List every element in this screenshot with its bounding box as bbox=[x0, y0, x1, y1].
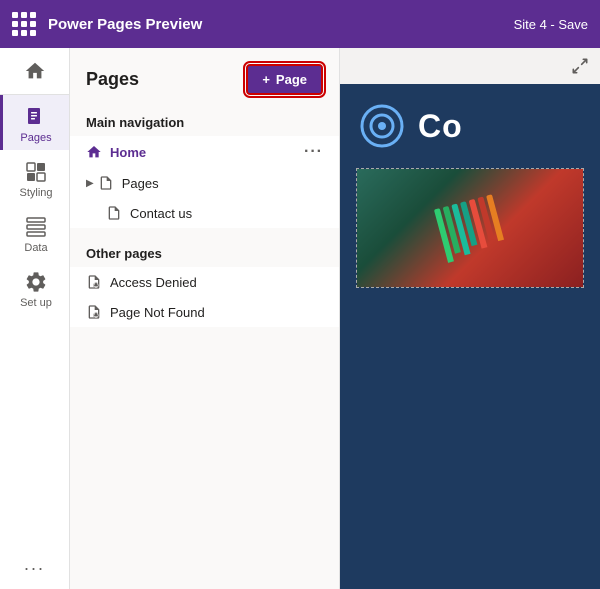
sidebar-home-button[interactable] bbox=[0, 48, 69, 95]
locked-page-icon-2 bbox=[86, 304, 102, 320]
sidebar-label-data: Data bbox=[24, 242, 47, 254]
preview-image-bg bbox=[357, 169, 583, 287]
main-layout: Pages Styling Data S bbox=[0, 48, 600, 589]
nav-item-access-denied[interactable]: Access Denied bbox=[70, 267, 339, 297]
pages-panel-header: Pages + Page bbox=[70, 48, 339, 107]
section-other-pages: Other pages bbox=[70, 238, 339, 267]
preview-image-area bbox=[356, 168, 584, 288]
home-icon bbox=[24, 60, 46, 82]
pages-panel-title: Pages bbox=[86, 69, 139, 90]
sidebar-item-setup[interactable]: Set up bbox=[0, 260, 69, 315]
not-found-label: Page Not Found bbox=[110, 305, 205, 320]
home-nav-icon bbox=[86, 144, 102, 160]
add-page-button[interactable]: + Page bbox=[246, 64, 323, 95]
home-nav-label: Home bbox=[110, 145, 146, 160]
home-ellipsis[interactable]: ··· bbox=[304, 143, 323, 161]
page-doc-icon bbox=[98, 175, 114, 191]
styling-icon bbox=[24, 160, 48, 184]
section-main-navigation: Main navigation bbox=[70, 107, 339, 136]
preview-company-text: Co bbox=[418, 108, 463, 145]
logo-svg bbox=[360, 104, 404, 148]
preview-logo bbox=[360, 104, 404, 148]
sidebar-label-pages: Pages bbox=[20, 132, 51, 144]
sidebar-item-data[interactable]: Data bbox=[0, 205, 69, 260]
sidebar-item-pages[interactable]: Pages bbox=[0, 95, 69, 150]
sidebar-label-setup: Set up bbox=[20, 297, 52, 309]
nav-item-pages[interactable]: ▶ Pages bbox=[70, 168, 339, 198]
pages-icon bbox=[24, 105, 48, 129]
sidebar-label-styling: Styling bbox=[19, 187, 52, 199]
sidebar: Pages Styling Data S bbox=[0, 48, 70, 589]
topbar: Power Pages Preview Site 4 - Save bbox=[0, 0, 600, 48]
chevron-right-icon: ▶ bbox=[86, 178, 94, 189]
resize-icon[interactable] bbox=[570, 56, 590, 76]
sidebar-item-styling[interactable]: Styling bbox=[0, 150, 69, 205]
sidebar-more-button[interactable]: ... bbox=[0, 540, 69, 589]
preview-header-bar: Co bbox=[340, 84, 600, 168]
locked-page-icon-1 bbox=[86, 274, 102, 290]
ellipsis-icon: ... bbox=[24, 554, 45, 575]
site-status: Site 4 - Save bbox=[514, 17, 588, 32]
nav-item-contact[interactable]: Contact us bbox=[70, 198, 339, 228]
contact-nav-label: Contact us bbox=[130, 206, 192, 221]
add-page-label: Page bbox=[276, 72, 307, 87]
pens-decoration bbox=[434, 194, 506, 263]
app-title: Power Pages Preview bbox=[48, 16, 202, 33]
nav-item-home[interactable]: Home ··· bbox=[70, 136, 339, 168]
setup-icon bbox=[24, 270, 48, 294]
preview-area: Co bbox=[340, 48, 600, 589]
waffle-icon[interactable] bbox=[12, 12, 36, 36]
preview-toolbar bbox=[340, 48, 600, 84]
plus-icon: + bbox=[262, 72, 270, 87]
contact-doc-icon bbox=[106, 205, 122, 221]
pages-panel: Pages + Page Main navigation Home ··· ▶ … bbox=[70, 48, 340, 589]
pages-nav-label: Pages bbox=[122, 176, 159, 191]
preview-content: Co bbox=[340, 84, 600, 589]
access-denied-label: Access Denied bbox=[110, 275, 197, 290]
nav-item-not-found[interactable]: Page Not Found bbox=[70, 297, 339, 327]
data-icon bbox=[24, 215, 48, 239]
